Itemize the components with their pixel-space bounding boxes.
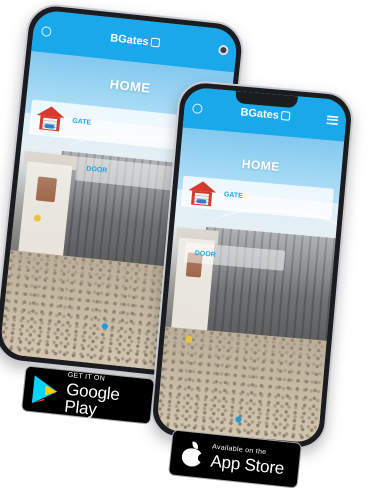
app-header: BGates: [31, 9, 239, 72]
logo-box-icon: [280, 111, 291, 121]
google-badge-big-text: Google Play: [63, 379, 121, 419]
device-label-door: DOOR: [194, 249, 216, 259]
garage-icon: [35, 105, 66, 132]
google-play-icon: [31, 375, 60, 406]
camera-icon: [217, 44, 229, 56]
page-title: HOME: [241, 157, 281, 175]
app-logo: BGates: [110, 32, 161, 49]
brand-name: BGates: [109, 32, 150, 48]
device-label-gate: GATE: [223, 191, 244, 201]
apple-icon: [180, 440, 208, 468]
garage-icon: [187, 180, 217, 207]
iphone-screen: BGates HOME GATE DOOR: [156, 86, 348, 444]
logo-box-icon: [150, 37, 161, 48]
app-logo: BGates: [239, 106, 291, 122]
settings-icon[interactable]: [40, 25, 52, 37]
menu-icon[interactable]: [326, 115, 339, 126]
frost-overlay: [156, 189, 339, 444]
settings-icon[interactable]: [192, 102, 203, 114]
iphone: BGates HOME GATE DOOR: [148, 79, 356, 451]
device-label-door: DOOR: [85, 165, 108, 176]
device-label-gate: GATE: [71, 117, 92, 127]
brand-name: BGates: [239, 106, 280, 122]
